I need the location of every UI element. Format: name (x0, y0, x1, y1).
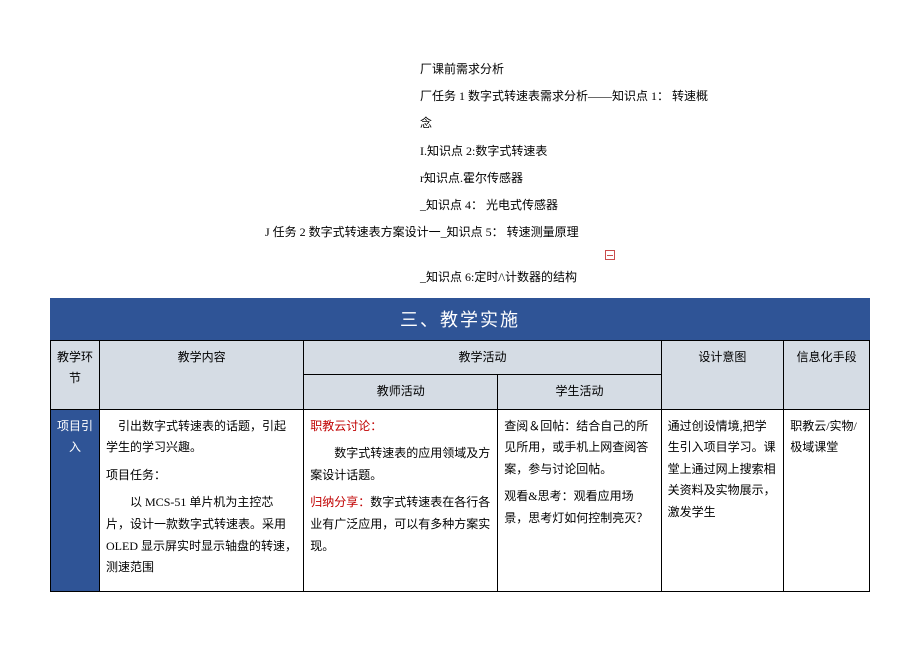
table-header-row-1: 教学环节 教学内容 教学活动 设计意图 信息化手段 (51, 340, 870, 375)
stage-label: 项目引入 (57, 416, 93, 459)
teacher-cell: 职教云讨论： 数字式转速表的应用领域及方案设计话题。 归纳分享：数字式转速表在各… (304, 409, 498, 591)
teaching-table: 教学环节 教学内容 教学活动 设计意图 信息化手段 教师活动 学生活动 项目引入… (50, 340, 870, 592)
teacher-heading-1: 职教云讨论： (310, 419, 382, 433)
header-student: 学生活动 (498, 375, 661, 410)
content-p3: 以 MCS-51 单片机为主控芯片，设计一款数字式转速表。采用 OLED 显示屏… (106, 492, 297, 578)
teacher-p1: 数字式转速表的应用领域及方案设计话题。 (310, 443, 491, 486)
student-p2: 观看&思考：观看应用场景，思考灯如何控制亮灭？ (504, 486, 654, 529)
knowledge-line-6: J 任务 2 数字式转速表方案设计一_知识点 5： 转速测量原理 (265, 223, 579, 242)
knowledge-line-5: _知识点 4： 光电式传感器 (420, 196, 558, 215)
header-content: 教学内容 (100, 340, 304, 409)
knowledge-line-7: _知识点 6:定时/\计数器的结构 (420, 268, 577, 287)
header-activities: 教学活动 (304, 340, 661, 375)
teacher-heading-2: 归纳分享： (310, 495, 370, 509)
section-title: 三、教学实施 (50, 298, 870, 340)
header-teacher: 教师活动 (304, 375, 498, 410)
content-p1: 引出数字式转速表的话题，引起学生的学习兴趣。 (106, 416, 297, 459)
content-cell: 引出数字式转速表的话题，引起学生的学习兴趣。 项目任务： 以 MCS-51 单片… (100, 409, 304, 591)
student-cell: 查阅＆回帖：结合自己的所见所用，或手机上网查阅答案，参与讨论回帖。 观看&思考：… (498, 409, 661, 591)
intent-cell: 通过创设情境,把学生引入项目学习。课堂上通过网上搜索相关资料及实物展示，激发学生 (661, 409, 784, 591)
header-stage: 教学环节 (51, 340, 100, 409)
knowledge-line-2a: 厂任务 1 数字式转速表需求分析——知识点 1： 转速概 (420, 87, 708, 106)
knowledge-line-2b: 念 (420, 114, 432, 133)
knowledge-line-3: I.知识点 2:数字式转速表 (420, 142, 547, 161)
knowledge-points-block: 厂课前需求分析 厂任务 1 数字式转速表需求分析——知识点 1： 转速概 念 I… (50, 60, 870, 288)
placeholder-image-icon (605, 250, 615, 260)
header-tools: 信息化手段 (784, 340, 870, 409)
knowledge-line-1: 厂课前需求分析 (420, 60, 504, 79)
tools-cell: 职教云/实物/极域课堂 (784, 409, 870, 591)
content-p2: 项目任务： (106, 465, 297, 487)
student-p1: 查阅＆回帖：结合自己的所见所用，或手机上网查阅答案，参与讨论回帖。 (504, 416, 654, 481)
header-intent: 设计意图 (661, 340, 784, 409)
tools-text: 职教云/实物/极域课堂 (790, 416, 863, 459)
knowledge-line-4: r知识点.霍尔传感器 (420, 169, 523, 188)
intent-text: 通过创设情境,把学生引入项目学习。课堂上通过网上搜索相关资料及实物展示，激发学生 (668, 416, 778, 524)
stage-cell: 项目引入 (51, 409, 100, 591)
table-row: 项目引入 引出数字式转速表的话题，引起学生的学习兴趣。 项目任务： 以 MCS-… (51, 409, 870, 591)
